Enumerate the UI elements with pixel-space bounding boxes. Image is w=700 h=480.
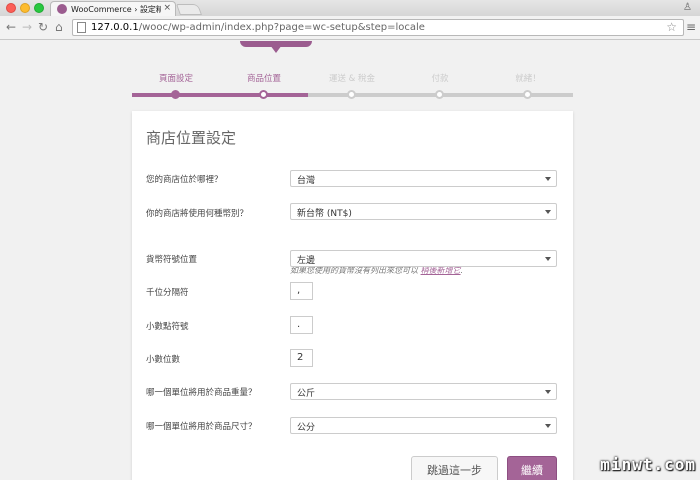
weight-unit-label: 哪一個單位將用於商品重量？ [146, 388, 257, 398]
woocommerce-logo [240, 41, 470, 53]
add-currency-link[interactable]: 稍後新增它 [421, 266, 461, 275]
step-ready: 就緒！ [484, 72, 572, 84]
currency-select[interactable]: 新台幣 (NT$) [290, 203, 557, 220]
currency-help-end: . [460, 266, 464, 275]
browser-tab[interactable]: WooCommerce › 設定精靈 × [50, 1, 176, 16]
bookmark-star-icon[interactable]: ☆ [666, 20, 677, 34]
step-label: 就緒！ [515, 74, 541, 84]
zoom-window-button[interactable] [34, 3, 44, 13]
step-label: 商品位置 [246, 74, 281, 84]
weight-unit-select[interactable]: 公斤 [290, 383, 557, 400]
chevron-down-icon [545, 257, 551, 261]
location-label: 您的商店位於哪裡？ [146, 175, 223, 185]
decimals-input[interactable]: 2 [290, 349, 313, 367]
address-bar[interactable]: 127.0.0.1/wooc/wp-admin/index.php?page=w… [72, 19, 684, 36]
step-payments: 付款 [396, 72, 484, 84]
step-dot [435, 90, 444, 99]
user-profile-icon[interactable]: ♙ [683, 2, 692, 13]
step-dot [347, 90, 356, 99]
chevron-down-icon [545, 424, 551, 428]
chevron-down-icon [545, 210, 551, 214]
select-value: 新台幣 (NT$) [297, 209, 352, 219]
step-page-setup: 頁面設定 [132, 72, 220, 84]
thousand-separator-label: 千位分隔符 [146, 288, 189, 298]
step-label: 運送 & 稅金 [328, 74, 376, 84]
step-shipping-tax: 運送 & 稅金 [308, 72, 396, 84]
currency-label: 你的商店將使用何種幣別？ [146, 209, 249, 219]
woocommerce-favicon-icon [57, 4, 67, 14]
home-icon[interactable]: ⌂ [55, 20, 63, 34]
url-text[interactable]: 127.0.0.1/wooc/wp-admin/index.php?page=w… [91, 22, 425, 33]
currency-position-label: 貨幣符號位置 [146, 255, 198, 265]
setup-card: 商店位置設定 您的商店位於哪裡？ 台灣 你的商店將使用何種幣別？ 新台幣 (NT… [132, 111, 573, 480]
minimize-window-button[interactable] [20, 3, 30, 13]
currency-position-select[interactable]: 左邊 [290, 250, 557, 267]
browser-menu-icon[interactable]: ≡ [686, 20, 696, 34]
step-label: 付款 [431, 74, 449, 84]
watermark: minwt.com [600, 455, 696, 474]
reload-icon[interactable]: ↻ [38, 20, 48, 34]
skip-step-button[interactable]: 跳過這一步 [411, 456, 498, 480]
logo-tail [270, 45, 282, 53]
tab-title: WooCommerce › 設定精靈 [71, 5, 161, 14]
location-select[interactable]: 台灣 [290, 170, 557, 187]
step-label: 頁面設定 [158, 74, 193, 84]
back-icon[interactable]: ← [6, 20, 16, 34]
decimal-separator-label: 小數點符號 [146, 322, 189, 332]
page-title: 商店位置設定 [146, 129, 237, 147]
step-store-location: 商品位置 [220, 72, 308, 84]
steps-progress [132, 93, 308, 97]
url-host: 127.0.0.1 [91, 22, 139, 33]
decimal-separator-input[interactable]: . [290, 316, 313, 334]
browser-titlebar: WooCommerce › 設定精靈 × ♙ [0, 0, 700, 16]
continue-button[interactable]: 繼續 [507, 456, 557, 480]
select-value: 公分 [297, 423, 316, 433]
setup-page: 頁面設定 商品位置 運送 & 稅金 付款 就緒！ 商店位置設定 您的商店位於哪裡… [0, 41, 700, 480]
select-value: 公斤 [297, 389, 316, 399]
decimals-label: 小數位數 [146, 355, 181, 365]
new-tab-button[interactable] [175, 4, 203, 15]
select-value: 左邊 [297, 256, 316, 266]
browser-toolbar: ← → ↻ ⌂ 127.0.0.1/wooc/wp-admin/index.ph… [0, 16, 700, 40]
page-icon [77, 22, 86, 33]
select-value: 台灣 [297, 176, 316, 186]
chevron-down-icon [545, 390, 551, 394]
tab-close-icon[interactable]: × [163, 3, 171, 13]
thousand-separator-input[interactable]: , [290, 282, 313, 300]
step-dot [171, 90, 180, 99]
forward-icon[interactable]: → [22, 20, 32, 34]
chevron-down-icon [545, 177, 551, 181]
close-window-button[interactable] [6, 3, 16, 13]
dimension-unit-label: 哪一個單位將用於商品尺寸？ [146, 422, 257, 432]
step-dot [523, 90, 532, 99]
step-dot [259, 90, 268, 99]
setup-steps: 頁面設定 商品位置 運送 & 稅金 付款 就緒！ [132, 72, 573, 102]
dimension-unit-select[interactable]: 公分 [290, 417, 557, 434]
currency-help-text: 如果您使用的貨幣沒有列出來您可以 [290, 266, 421, 275]
url-path: /wooc/wp-admin/index.php?page=wc-setup&s… [138, 22, 425, 33]
